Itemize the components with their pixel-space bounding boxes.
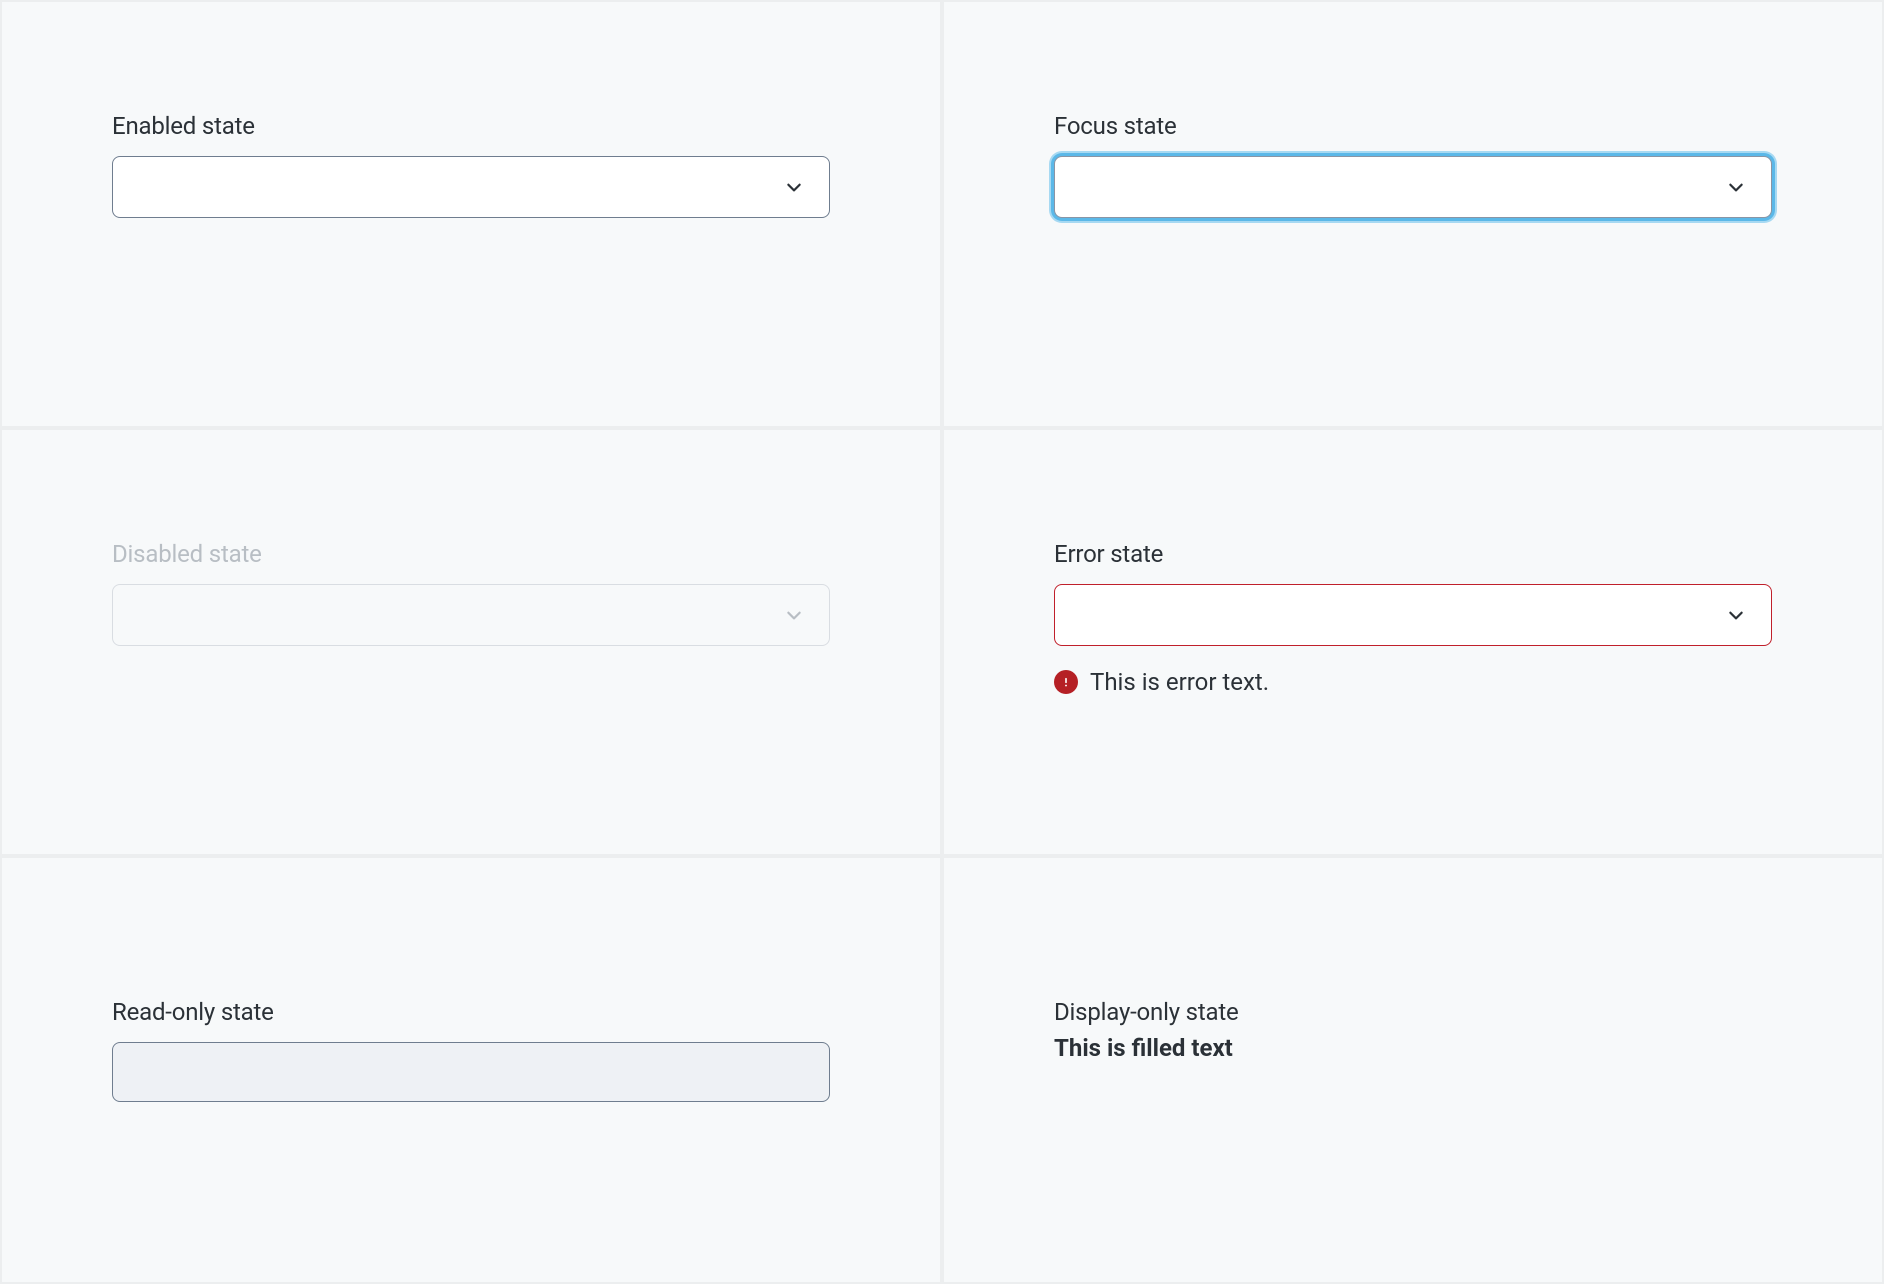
cell-disabled: Disabled state [0, 428, 942, 856]
error-icon [1054, 670, 1078, 694]
cell-enabled: Enabled state [0, 0, 942, 428]
cell-focus: Focus state [942, 0, 1884, 428]
cell-display: Display-only state This is filled text [942, 856, 1884, 1284]
display-wrap: Display-only state This is filled text [1054, 998, 1772, 1062]
focus-select[interactable] [1054, 156, 1772, 218]
error-label: Error state [1054, 540, 1772, 568]
chevron-down-icon [1727, 178, 1745, 196]
focus-label: Focus state [1054, 112, 1772, 140]
error-text: This is error text. [1090, 668, 1269, 696]
display-value: This is filled text [1054, 1034, 1772, 1062]
chevron-down-icon [785, 178, 803, 196]
error-message-row: This is error text. [1054, 668, 1772, 696]
chevron-down-icon [785, 606, 803, 624]
cell-error: Error state This is error text. [942, 428, 1884, 856]
enabled-select[interactable] [112, 156, 830, 218]
disabled-select [112, 584, 830, 646]
chevron-down-icon [1727, 606, 1745, 624]
readonly-label: Read-only state [112, 998, 830, 1026]
readonly-select [112, 1042, 830, 1102]
states-grid: Enabled state Focus state Disabled state… [0, 0, 1884, 1284]
error-select[interactable] [1054, 584, 1772, 646]
display-label: Display-only state [1054, 998, 1772, 1026]
cell-readonly: Read-only state [0, 856, 942, 1284]
disabled-label: Disabled state [112, 540, 830, 568]
enabled-label: Enabled state [112, 112, 830, 140]
